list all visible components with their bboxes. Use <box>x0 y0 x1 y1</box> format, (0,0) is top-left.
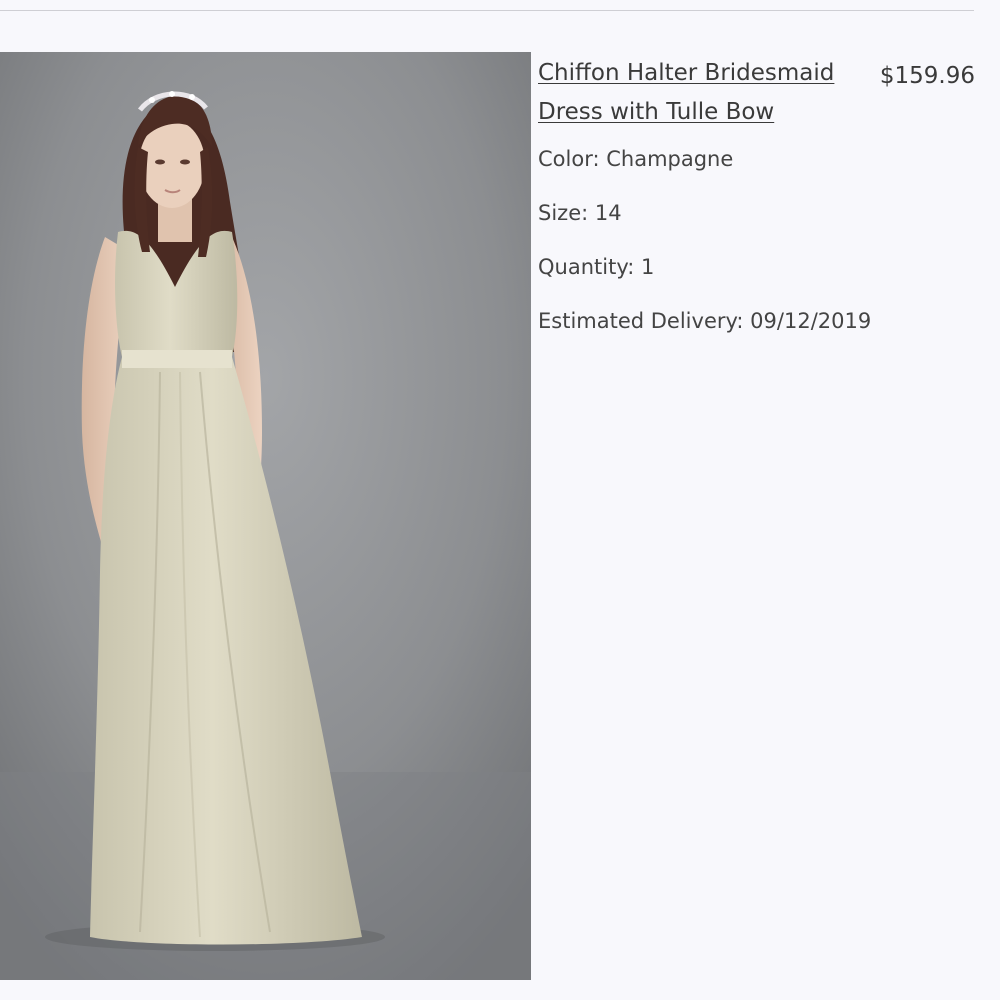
delivery-label: Estimated Delivery: <box>538 309 744 333</box>
product-image[interactable] <box>0 52 531 980</box>
color-label: Color: <box>538 147 600 171</box>
order-item-page: Chiffon Halter Bridesmaid Dress with Tul… <box>0 0 1000 1000</box>
quantity-line: Quantity: 1 <box>538 240 978 294</box>
top-divider <box>0 10 974 11</box>
quantity-label: Quantity: <box>538 255 635 279</box>
title-row: Chiffon Halter Bridesmaid Dress with Tul… <box>538 50 978 132</box>
color-line: Color: Champagne <box>538 132 978 186</box>
color-value: Champagne <box>606 147 734 171</box>
product-price: $159.96 <box>879 63 975 89</box>
quantity-value: 1 <box>640 255 655 279</box>
product-title-link[interactable]: Chiffon Halter Bridesmaid Dress with Tul… <box>538 54 868 132</box>
size-label: Size: <box>538 201 589 225</box>
dress-photo-illustration <box>0 52 531 980</box>
delivery-value: 09/12/2019 <box>750 309 872 333</box>
size-line: Size: 14 <box>538 186 978 240</box>
delivery-line: Estimated Delivery: 09/12/2019 <box>538 294 978 348</box>
order-item-details: Chiffon Halter Bridesmaid Dress with Tul… <box>538 50 978 348</box>
size-value: 14 <box>594 201 622 225</box>
